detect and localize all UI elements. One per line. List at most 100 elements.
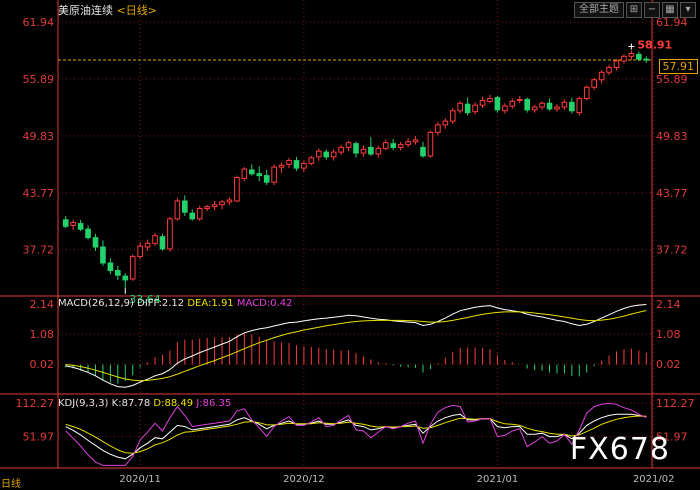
candle bbox=[464, 97, 471, 116]
candle-body bbox=[390, 143, 397, 148]
candle-body bbox=[472, 104, 478, 113]
candle-body bbox=[576, 98, 583, 114]
candle-body bbox=[464, 103, 471, 114]
candle-body bbox=[196, 207, 203, 220]
candle bbox=[442, 118, 449, 129]
candle bbox=[137, 242, 143, 260]
candle-body bbox=[234, 176, 240, 202]
candle bbox=[412, 136, 419, 145]
candle bbox=[606, 64, 612, 76]
candle-body bbox=[204, 206, 210, 209]
candle-body bbox=[643, 58, 650, 61]
macd-tick-label-left: 1.08 bbox=[30, 328, 55, 341]
candle-body bbox=[412, 139, 419, 143]
zoom-in-icon[interactable]: ⊞ bbox=[626, 2, 642, 18]
candle bbox=[70, 219, 76, 231]
candle-body bbox=[137, 245, 143, 257]
candle bbox=[182, 195, 188, 217]
price-tick-label-left: 55.89 bbox=[23, 73, 55, 86]
price-tick-label-left: 49.83 bbox=[23, 130, 55, 143]
price-tick-label-right: 43.77 bbox=[656, 187, 688, 200]
kdj-tick-label-left: 51.97 bbox=[23, 431, 55, 444]
candle-body bbox=[174, 200, 181, 220]
candle bbox=[107, 258, 114, 275]
kdj-legend: KDJ(9,3,3) K:87.78 D:88.49 J:86.35 bbox=[58, 398, 231, 409]
kdj-title: KDJ(9,3,3) bbox=[58, 398, 109, 409]
price-tick-label-left: 37.72 bbox=[23, 244, 55, 257]
candle bbox=[248, 164, 255, 176]
candle bbox=[516, 95, 523, 104]
price-tick-label-right: 61.94 bbox=[656, 16, 688, 29]
candle bbox=[62, 216, 69, 229]
candle-body bbox=[248, 169, 255, 175]
candle bbox=[152, 232, 158, 247]
candle bbox=[561, 99, 568, 110]
macd-tick-label-right: 0.02 bbox=[656, 358, 681, 371]
candles bbox=[62, 50, 650, 288]
kdj-k-line bbox=[65, 413, 647, 460]
kdj-d-value: D:88.49 bbox=[153, 398, 194, 409]
candle-body bbox=[219, 201, 225, 206]
candle bbox=[115, 265, 121, 280]
candle bbox=[345, 140, 352, 152]
candle bbox=[330, 149, 337, 161]
price-tick-label-left: 43.77 bbox=[23, 187, 55, 200]
candle-body bbox=[62, 219, 69, 227]
candle bbox=[196, 205, 203, 221]
last-price-tag: 57.91 bbox=[658, 59, 698, 74]
candle-body bbox=[368, 146, 374, 155]
watermark-logo: FX678 bbox=[569, 432, 670, 467]
x-tick-label: 2020/12 bbox=[283, 474, 325, 485]
candle-body bbox=[182, 200, 188, 213]
candle-body bbox=[494, 97, 501, 111]
theme-selector-button[interactable]: 全部主题 bbox=[574, 2, 624, 18]
price-tick-label-right: 49.83 bbox=[656, 130, 688, 143]
price-tick-label-right: 37.72 bbox=[656, 244, 688, 257]
candle-body bbox=[591, 79, 597, 88]
minus-icon[interactable]: − bbox=[644, 2, 660, 18]
kdj-k-value: K:87.78 bbox=[111, 398, 151, 409]
period-selector[interactable]: <日线> bbox=[117, 4, 157, 17]
candle-body bbox=[308, 157, 315, 164]
candle-body bbox=[457, 102, 464, 112]
arrow-down-icon[interactable]: ▾ bbox=[680, 2, 696, 18]
candle bbox=[100, 240, 106, 266]
candle bbox=[502, 103, 508, 114]
candle-body bbox=[92, 237, 99, 248]
period-badge[interactable]: 日线 bbox=[1, 475, 21, 490]
candle bbox=[301, 160, 307, 172]
candle bbox=[368, 137, 374, 156]
candle-body bbox=[85, 228, 91, 239]
candle bbox=[315, 148, 322, 161]
candle-body bbox=[583, 86, 590, 100]
candle-body bbox=[487, 98, 493, 102]
kdj-tick-label-left: 112.27 bbox=[16, 397, 55, 410]
grid-icon[interactable]: ▦ bbox=[662, 2, 678, 18]
candle bbox=[583, 85, 590, 101]
candle bbox=[256, 166, 263, 182]
macd-macd-value: MACD:0.42 bbox=[236, 298, 293, 309]
candle bbox=[85, 225, 91, 240]
candle-body bbox=[375, 147, 382, 155]
macd-diff-value: DIFF:2.12 bbox=[137, 298, 185, 309]
candle-body bbox=[561, 101, 568, 108]
candle-body bbox=[353, 143, 359, 154]
candle-body bbox=[338, 146, 344, 153]
candle bbox=[219, 200, 225, 210]
candle-body bbox=[442, 120, 449, 126]
candle-body bbox=[271, 166, 277, 183]
candle bbox=[308, 155, 315, 166]
instrument-name: 美原油连续 bbox=[58, 4, 113, 17]
candle-body bbox=[524, 99, 530, 111]
candle-body bbox=[278, 164, 285, 168]
candle bbox=[636, 51, 642, 61]
candle bbox=[211, 200, 218, 211]
candle bbox=[509, 98, 516, 109]
candle bbox=[487, 94, 493, 104]
candle bbox=[613, 59, 620, 71]
candle bbox=[122, 273, 129, 288]
candle-body bbox=[621, 55, 627, 62]
candle-body bbox=[323, 151, 330, 158]
candle bbox=[278, 162, 285, 173]
candle bbox=[189, 209, 196, 221]
